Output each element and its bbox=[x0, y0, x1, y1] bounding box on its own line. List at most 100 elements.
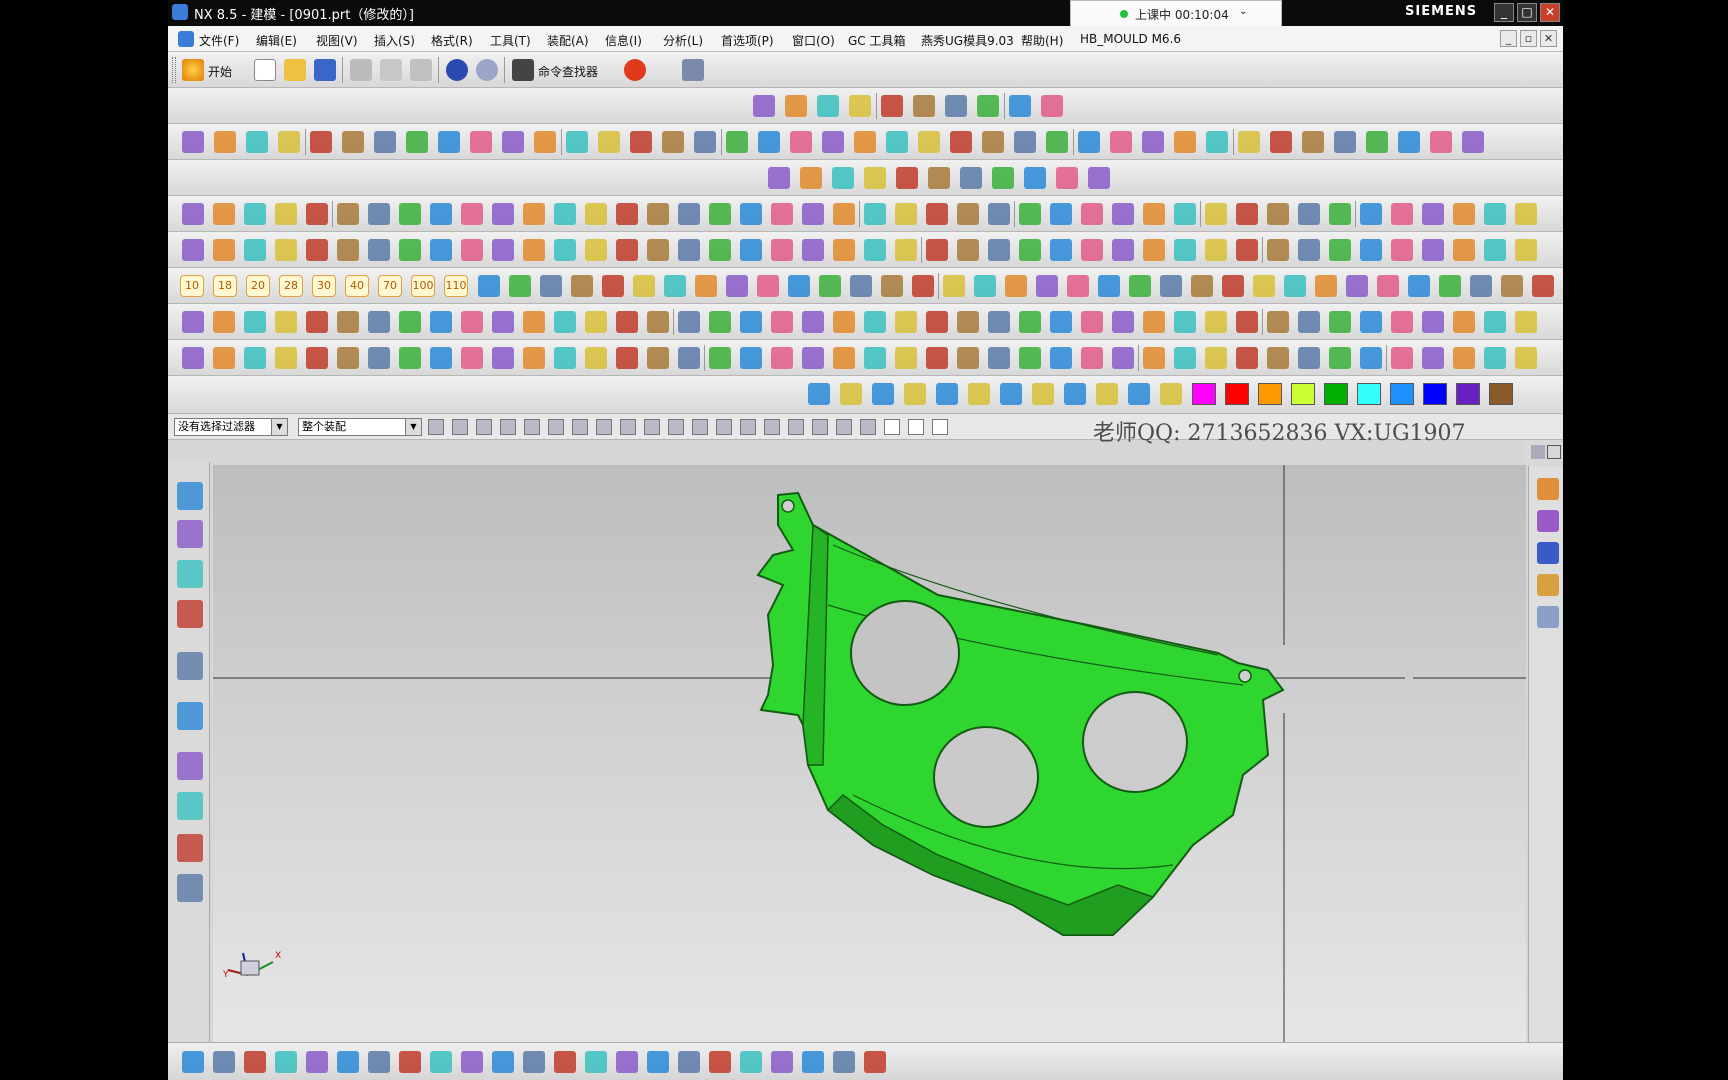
sketch-tool-39-icon[interactable] bbox=[1391, 239, 1413, 261]
curve-tool-13-icon[interactable] bbox=[598, 131, 620, 153]
color-swatch-6[interactable] bbox=[1390, 383, 1414, 405]
menu-item-1[interactable]: 编辑(E) bbox=[256, 32, 297, 49]
curve-tool-27-icon[interactable] bbox=[1046, 131, 1068, 153]
sketch-tool-40-icon[interactable] bbox=[1422, 239, 1444, 261]
electrode-tool-37-icon[interactable] bbox=[1329, 347, 1351, 369]
utility-tool-14-icon[interactable] bbox=[616, 1051, 638, 1073]
edit-object-tool-9-icon[interactable] bbox=[1096, 383, 1118, 405]
layer-0-button[interactable]: 10 bbox=[180, 275, 204, 297]
mold-tool-5-icon[interactable] bbox=[337, 311, 359, 333]
modeling-tool-43-icon[interactable] bbox=[1515, 203, 1537, 225]
mold-tool-40-icon[interactable] bbox=[1422, 311, 1444, 333]
sketch-tool-0-icon[interactable] bbox=[182, 239, 204, 261]
view-tool-12-icon[interactable] bbox=[850, 275, 872, 297]
view-tool-19-icon[interactable] bbox=[1067, 275, 1089, 297]
view-tool-29-icon[interactable] bbox=[1377, 275, 1399, 297]
modeling-tool-18-icon[interactable] bbox=[740, 203, 762, 225]
layer-2-button[interactable]: 20 bbox=[246, 275, 270, 297]
color-swatch-7[interactable] bbox=[1423, 383, 1447, 405]
sketch-tool-7-icon[interactable] bbox=[399, 239, 421, 261]
color-swatch-2[interactable] bbox=[1258, 383, 1282, 405]
menu-item-8[interactable]: 分析(L) bbox=[663, 32, 703, 49]
view-tool-17-icon[interactable] bbox=[1005, 275, 1027, 297]
modeling-tool-12-icon[interactable] bbox=[554, 203, 576, 225]
modeling-tool-23-icon[interactable] bbox=[895, 203, 917, 225]
feature-tool-1-icon[interactable] bbox=[800, 167, 822, 189]
modeling-tool-39-icon[interactable] bbox=[1391, 203, 1413, 225]
electrode-tool-2-icon[interactable] bbox=[244, 347, 266, 369]
curve-tool-29-icon[interactable] bbox=[1110, 131, 1132, 153]
sketch-tool-31-icon[interactable] bbox=[1143, 239, 1165, 261]
electrode-tool-18-icon[interactable] bbox=[740, 347, 762, 369]
mold-tool-27-icon[interactable] bbox=[1019, 311, 1041, 333]
sketch-tool-35-icon[interactable] bbox=[1267, 239, 1289, 261]
modeling-tool-42-icon[interactable] bbox=[1484, 203, 1506, 225]
mold-tool-32-icon[interactable] bbox=[1174, 311, 1196, 333]
edit-object-tool-7-icon[interactable] bbox=[1032, 383, 1054, 405]
electrode-tool-28-icon[interactable] bbox=[1050, 347, 1072, 369]
sketch-tool-1-icon[interactable] bbox=[213, 239, 235, 261]
view-tool-13-icon[interactable] bbox=[881, 275, 903, 297]
sketch-tool-4-icon[interactable] bbox=[306, 239, 328, 261]
electrode-tool-43-icon[interactable] bbox=[1515, 347, 1537, 369]
analysis-tool-7-icon[interactable] bbox=[977, 95, 999, 117]
curve-tool-34-icon[interactable] bbox=[1270, 131, 1292, 153]
utility-tool-10-icon[interactable] bbox=[492, 1051, 514, 1073]
electrode-tool-35-icon[interactable] bbox=[1267, 347, 1289, 369]
modeling-tool-32-icon[interactable] bbox=[1174, 203, 1196, 225]
recording-indicator[interactable]: 上课中 00:10:04 ⌄ bbox=[1070, 0, 1282, 27]
sketch-tool-3-icon[interactable] bbox=[275, 239, 297, 261]
mold-tool-20-icon[interactable] bbox=[802, 311, 824, 333]
web-browser-icon[interactable] bbox=[1537, 606, 1559, 628]
curve-tool-22-icon[interactable] bbox=[886, 131, 908, 153]
modeling-tool-4-icon[interactable] bbox=[306, 203, 328, 225]
feature-tool-7-icon[interactable] bbox=[992, 167, 1014, 189]
copy-icon[interactable] bbox=[380, 59, 402, 81]
analysis-tool-6-icon[interactable] bbox=[945, 95, 967, 117]
mold-tool-28-icon[interactable] bbox=[1050, 311, 1072, 333]
utility-tool-4-icon[interactable] bbox=[306, 1051, 328, 1073]
edit-object-tool-3-icon[interactable] bbox=[904, 383, 926, 405]
snap-point-5-icon[interactable] bbox=[548, 419, 564, 435]
sketch-tool-30-icon[interactable] bbox=[1112, 239, 1134, 261]
maximize-button[interactable]: □ bbox=[1517, 3, 1537, 22]
utility-tool-11-icon[interactable] bbox=[523, 1051, 545, 1073]
mold-tool-37-icon[interactable] bbox=[1329, 311, 1351, 333]
feature-tool-2-icon[interactable] bbox=[832, 167, 854, 189]
electrode-tool-20-icon[interactable] bbox=[802, 347, 824, 369]
mold-tool-14-icon[interactable] bbox=[616, 311, 638, 333]
snap-point-17-icon[interactable] bbox=[836, 419, 852, 435]
modeling-tool-41-icon[interactable] bbox=[1453, 203, 1475, 225]
electrode-tool-11-icon[interactable] bbox=[523, 347, 545, 369]
electrode-tool-15-icon[interactable] bbox=[647, 347, 669, 369]
utility-tool-19-icon[interactable] bbox=[771, 1051, 793, 1073]
modeling-tool-11-icon[interactable] bbox=[523, 203, 545, 225]
resource-tab-7-icon[interactable] bbox=[177, 792, 203, 820]
curve-tool-5-icon[interactable] bbox=[342, 131, 364, 153]
analysis-tool-5-icon[interactable] bbox=[913, 95, 935, 117]
sketch-tool-2-icon[interactable] bbox=[244, 239, 266, 261]
sketch-tool-9-icon[interactable] bbox=[461, 239, 483, 261]
view-tool-15-icon[interactable] bbox=[943, 275, 965, 297]
modeling-tool-3-icon[interactable] bbox=[275, 203, 297, 225]
utility-tool-2-icon[interactable] bbox=[244, 1051, 266, 1073]
paste-icon[interactable] bbox=[410, 59, 432, 81]
modeling-tool-13-icon[interactable] bbox=[585, 203, 607, 225]
utility-tool-1-icon[interactable] bbox=[213, 1051, 235, 1073]
sketch-tool-28-icon[interactable] bbox=[1050, 239, 1072, 261]
view-tool-1-icon[interactable] bbox=[509, 275, 531, 297]
mold-tool-33-icon[interactable] bbox=[1205, 311, 1227, 333]
view-tool-8-icon[interactable] bbox=[726, 275, 748, 297]
snap-point-13-icon[interactable] bbox=[740, 419, 756, 435]
modeling-tool-36-icon[interactable] bbox=[1298, 203, 1320, 225]
model-view[interactable]: X Y bbox=[213, 465, 1526, 1042]
mold-tool-23-icon[interactable] bbox=[895, 311, 917, 333]
layer-1-button[interactable]: 18 bbox=[213, 275, 237, 297]
modeling-tool-17-icon[interactable] bbox=[709, 203, 731, 225]
mold-tool-9-icon[interactable] bbox=[461, 311, 483, 333]
view-tool-14-icon[interactable] bbox=[912, 275, 934, 297]
snap-point-14-icon[interactable] bbox=[764, 419, 780, 435]
mold-tool-2-icon[interactable] bbox=[244, 311, 266, 333]
resource-tab-3-icon[interactable] bbox=[177, 600, 203, 628]
utility-tool-3-icon[interactable] bbox=[275, 1051, 297, 1073]
